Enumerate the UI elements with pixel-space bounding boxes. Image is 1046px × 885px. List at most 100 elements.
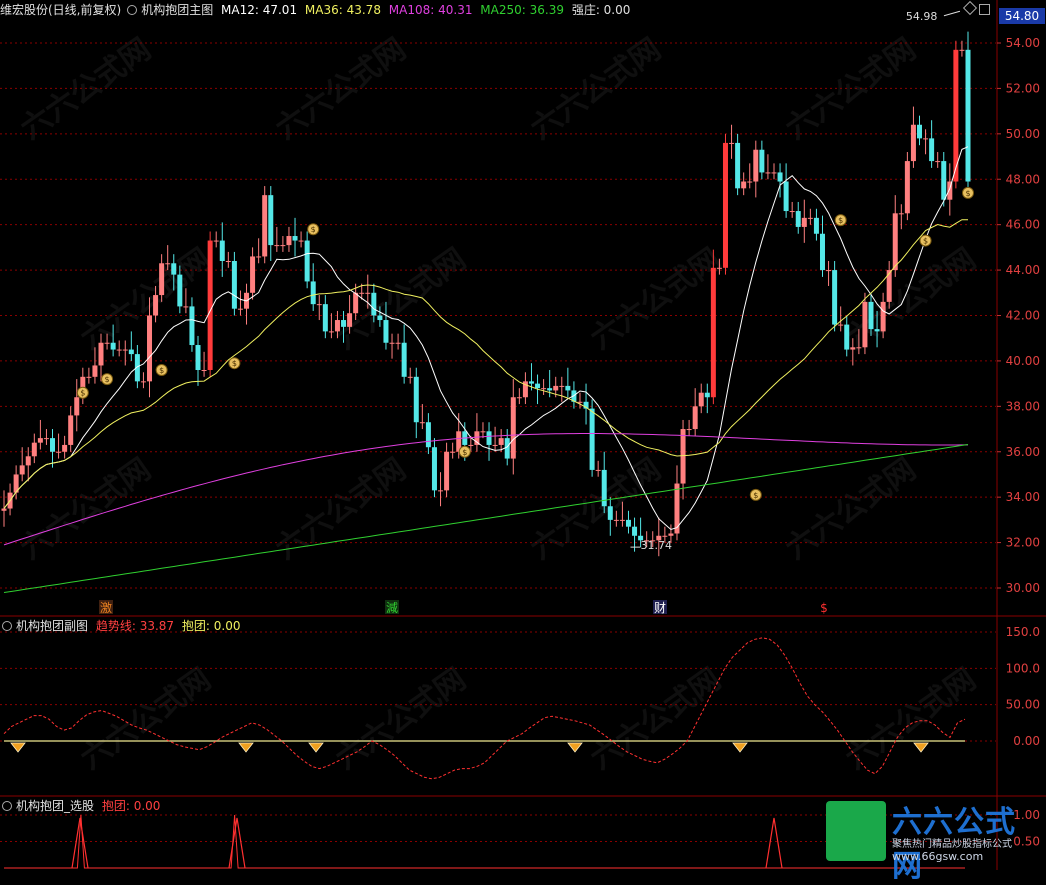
diamond-signal-icon (238, 742, 254, 753)
candle-body (868, 301, 874, 330)
candle-body (577, 401, 583, 403)
high-price-annotation: 54.98 (906, 10, 938, 23)
candle-body (819, 233, 825, 271)
candle-body (122, 349, 128, 351)
candle-body (25, 456, 31, 466)
candle-body (395, 342, 401, 344)
ma108-value: MA108: 40.31 (388, 3, 473, 17)
diamond-signal-icon (567, 742, 583, 753)
main-panel-header: 维宏股份(日线,前复权) 机构抱团主图 MA12: 47.01 MA36: 43.… (0, 1, 634, 19)
watermark-text: 六六公式网 (15, 32, 158, 147)
candle-body (965, 49, 971, 182)
candle-body (541, 388, 547, 390)
price-axis-label: 52.00 (1006, 81, 1040, 95)
candle-body (195, 345, 201, 370)
candle-body (334, 320, 340, 332)
sub-indicator-name[interactable]: 机构抱团副图 (16, 619, 88, 633)
select-indicator-name[interactable]: 机构抱团_选股 (16, 799, 94, 813)
candle-body (856, 347, 862, 349)
money-bag-glyph: $ (923, 237, 928, 246)
candle-body (74, 397, 80, 416)
watermark-text: 六六公式网 (330, 242, 473, 357)
kline-workspace[interactable]: 六六公式网 六六公式网 六六公式网 六六公式网 六六公式网 六六公式网 六六公式网 六六公式网… (0, 0, 1046, 884)
diamond-signal-icon (732, 742, 748, 753)
price-axis-label: 44.00 (1006, 263, 1040, 277)
event-marker: 财 (654, 601, 666, 615)
candle-body (353, 292, 359, 314)
candle-body (619, 519, 625, 521)
candle-body (838, 324, 844, 326)
watermark-text: 六六公式网 (780, 32, 923, 147)
money-bag-icon: $ (76, 386, 89, 399)
candle-body (801, 217, 807, 227)
candle-body (450, 451, 456, 453)
watermark-text: 六六公式网 (840, 662, 983, 777)
candle-body (765, 172, 771, 174)
site-logo: 六六公式网 聚焦热门精品炒股指标公式 www.66gsw.com (826, 797, 1044, 884)
money-bag-glyph: $ (462, 448, 467, 457)
current-price-tag: 54.80 (999, 8, 1045, 24)
candle-body (892, 213, 898, 271)
watermark-layer: 六六公式网 六六公式网 六六公式网 六六公式网六六公式网 六六公式网 六六公式网 六六公式网… (15, 32, 983, 777)
trend-value: 趋势线: 33.87 (95, 619, 175, 633)
candle-body (56, 451, 62, 453)
candle-body (292, 236, 298, 241)
candle-body (553, 385, 559, 391)
candle-body (547, 388, 553, 391)
candle-body (310, 281, 316, 305)
settings-gear-icon[interactable] (127, 5, 138, 15)
candle-body (425, 422, 431, 448)
main-indicator-name[interactable]: 机构抱团主图 (141, 3, 213, 17)
candle-body (328, 331, 334, 333)
candle-body (510, 397, 516, 459)
candle-body (941, 161, 947, 200)
candle-body (371, 292, 377, 316)
candle-body (613, 519, 619, 521)
candle-body (365, 292, 371, 294)
candle-body (704, 392, 710, 398)
candle-body (480, 431, 486, 433)
candle-body (625, 519, 631, 527)
panel-toggle-checkbox[interactable] (979, 4, 990, 15)
candle-body (680, 429, 686, 484)
candle-body (383, 320, 389, 343)
watermark-text: 六六公式网 (270, 32, 413, 147)
candle-body (874, 329, 880, 332)
candle-body (280, 245, 286, 247)
candle-body (110, 342, 116, 350)
candle-body (389, 342, 395, 344)
candle-body (935, 161, 941, 163)
watermark-text: 六六公式网 (840, 242, 983, 357)
price-axis-label: 34.00 (1006, 490, 1040, 504)
candle-body (43, 438, 49, 440)
chart-canvas[interactable]: 六六公式网 六六公式网 六六公式网 六六公式网六六公式网 六六公式网 六六公式网 六六公式网… (0, 0, 1046, 870)
price-axis-label: 42.00 (1006, 309, 1040, 323)
ma250-value: MA250: 36.39 (480, 3, 564, 17)
candle-body (844, 324, 850, 350)
price-axis-label: 46.00 (1006, 218, 1040, 232)
candle-body (86, 376, 92, 378)
candle-body (813, 217, 819, 234)
candle-body (710, 267, 716, 398)
watermark-text: 六六公式网 (525, 32, 668, 147)
select-settings-gear-icon[interactable] (2, 801, 12, 811)
money-bag-icon: $ (749, 488, 762, 501)
watermark-text: 六六公式网 (585, 242, 728, 357)
sub-settings-gear-icon[interactable] (2, 621, 12, 631)
candle-body (444, 451, 450, 491)
logo-mark-icon (826, 801, 886, 861)
candle-body (322, 304, 328, 332)
candle-body (795, 211, 801, 227)
money-bag-glyph: $ (965, 189, 970, 198)
candle-body (468, 444, 474, 446)
candle-body (171, 263, 177, 275)
money-bag-glyph: $ (753, 491, 758, 500)
candle-body (250, 256, 256, 293)
money-bag-icon: $ (919, 234, 932, 247)
stock-name: 维宏股份(日线,前复权) (0, 3, 122, 17)
candle-body (698, 392, 704, 407)
sub-panel-header: 机构抱团副图 趋势线: 33.87 抱团: 0.00 (0, 617, 244, 635)
candle-body (929, 138, 935, 162)
candle-body (904, 161, 910, 214)
candle-body (528, 381, 534, 384)
